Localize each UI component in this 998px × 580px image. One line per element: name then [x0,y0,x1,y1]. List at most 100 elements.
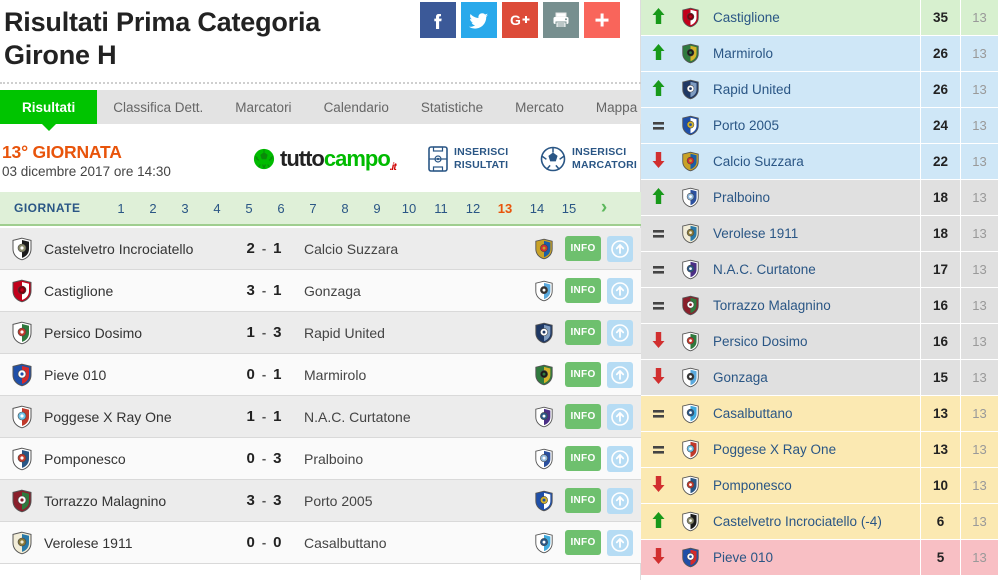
match-detail-button[interactable] [607,487,633,514]
standings-team-name[interactable]: Casalbuttano [705,406,920,421]
match-info-button[interactable]: INFO [565,236,601,261]
giornata-5[interactable]: 5 [233,201,265,216]
trend-indicator [641,406,675,422]
standings-team-name[interactable]: Gonzaga [705,370,920,385]
match-row[interactable]: Verolese 1911 0-0 Casalbuttano INFO [0,522,641,564]
giornata-12[interactable]: 12 [457,201,489,216]
standings-team-name[interactable]: Castelvetro Incrociatello (-4) [705,514,920,529]
googleplus-share-button[interactable]: G [502,2,538,38]
standings-row[interactable]: Pieve 010 5 13 [641,539,998,576]
team-crest-icon [681,439,699,460]
standings-team-name[interactable]: Verolese 1911 [705,226,920,241]
results-panel: Risultati Prima Categoria Girone H G Ris… [0,0,641,580]
match-info-button[interactable]: INFO [565,278,601,303]
standings-team-name[interactable]: Pieve 010 [705,550,920,565]
standings-team-name[interactable]: Rapid United [705,82,920,97]
standings-row[interactable]: N.A.C. Curtatone 17 13 [641,251,998,288]
giornata-11[interactable]: 11 [425,201,457,216]
giornata-7[interactable]: 7 [297,201,329,216]
match-info-button[interactable]: INFO [565,530,601,555]
tab-classifica-dett[interactable]: Classifica Dett. [97,90,219,124]
giornata-6[interactable]: 6 [265,201,297,216]
giornata-15[interactable]: 15 [553,201,585,216]
standings-team-name[interactable]: Pomponesco [705,478,920,493]
standings-team-name[interactable]: Castiglione [705,10,920,25]
standings-row[interactable]: Gonzaga 15 13 [641,359,998,396]
giornata-8[interactable]: 8 [329,201,361,216]
match-detail-button[interactable] [607,361,633,388]
team-crest-icon [535,406,553,427]
match-row[interactable]: Pieve 010 0-1 Marmirolo INFO [0,354,641,396]
insert-results-link[interactable]: INSERISCI RISULTATI [428,146,508,172]
tab-mercato[interactable]: Mercato [499,90,580,124]
standings-row[interactable]: Castiglione 35 13 [641,0,998,36]
team-crest-icon [535,532,553,553]
tab-mappa[interactable]: Mappa [580,90,653,124]
standings-row[interactable]: Castelvetro Incrociatello (-4) 6 13 [641,503,998,540]
away-score: 3 [273,492,282,509]
insert-scorers-link[interactable]: INSERISCI MARCATORI [540,146,637,172]
standings-row[interactable]: Marmirolo 26 13 [641,35,998,72]
twitter-share-button[interactable] [461,2,497,38]
match-detail-button[interactable] [607,277,633,304]
giornata-13[interactable]: 13 [489,201,521,216]
giornata-14[interactable]: 14 [521,201,553,216]
giornata-1[interactable]: 1 [105,201,137,216]
match-detail-button[interactable] [607,529,633,556]
tab-risultati[interactable]: Risultati [0,90,98,124]
standings-team-name[interactable]: Poggese X Ray One [705,442,920,457]
match-row[interactable]: Persico Dosimo 1-3 Rapid United INFO [0,312,641,354]
team-crest-icon [681,115,699,136]
standings-row[interactable]: Poggese X Ray One 13 13 [641,431,998,468]
standings-row[interactable]: Torrazzo Malagnino 16 13 [641,287,998,324]
match-row[interactable]: Torrazzo Malagnino 3-3 Porto 2005 INFO [0,480,641,522]
match-row[interactable]: Castelvetro Incrociatello 2-1 Calcio Suzza… [0,228,641,270]
match-info-button[interactable]: INFO [565,320,601,345]
standings-row[interactable]: Persico Dosimo 16 13 [641,323,998,360]
tab-marcatori[interactable]: Marcatori [219,90,307,124]
next-matchday-button[interactable]: › [591,197,617,219]
away-team-name: Porto 2005 [304,492,373,509]
match-info-button[interactable]: INFO [565,446,601,471]
standings-row[interactable]: Pralboino 18 13 [641,179,998,216]
standings-team-name[interactable]: Calcio Suzzara [705,154,920,169]
standings-team-name[interactable]: Porto 2005 [705,118,920,133]
trend-up-icon [652,79,664,96]
standings-row[interactable]: Verolese 1911 18 13 [641,215,998,252]
standings-row[interactable]: Pomponesco 10 13 [641,467,998,504]
home-team-logo [0,321,44,345]
print-button[interactable] [543,2,579,38]
standings-team-name[interactable]: Marmirolo [705,46,920,61]
tab-statistiche[interactable]: Statistiche [405,90,499,124]
match-info-button[interactable]: INFO [565,404,601,429]
tab-calendario[interactable]: Calendario [308,90,405,124]
away-team-logo [523,238,565,260]
giornata-2[interactable]: 2 [137,201,169,216]
match-detail-button[interactable] [607,235,633,262]
standings-team-name[interactable]: Persico Dosimo [705,334,920,349]
standings-row[interactable]: Casalbuttano 13 13 [641,395,998,432]
match-row[interactable]: Pomponesco 0-3 Pralboino INFO [0,438,641,480]
giornata-10[interactable]: 10 [393,201,425,216]
match-info-button[interactable]: INFO [565,488,601,513]
more-share-button[interactable] [584,2,620,38]
standings-row[interactable]: Calcio Suzzara 22 13 [641,143,998,180]
giornata-3[interactable]: 3 [169,201,201,216]
standings-team-name[interactable]: N.A.C. Curtatone [705,262,920,277]
arrow-up-circle-icon [611,533,629,552]
score-dash: - [261,493,267,508]
trend-indicator [641,187,675,208]
match-row[interactable]: Castiglione 3-1 Gonzaga INFO [0,270,641,312]
standings-team-name[interactable]: Torrazzo Malagnino [705,298,920,313]
standings-row[interactable]: Rapid United 26 13 [641,71,998,108]
standings-team-name[interactable]: Pralboino [705,190,920,205]
match-detail-button[interactable] [607,403,633,430]
match-row[interactable]: Poggese X Ray One 1-1 N.A.C. Curtatone INFO [0,396,641,438]
match-detail-button[interactable] [607,319,633,346]
match-detail-button[interactable] [607,445,633,472]
giornata-9[interactable]: 9 [361,201,393,216]
standings-row[interactable]: Porto 2005 24 13 [641,107,998,144]
giornata-4[interactable]: 4 [201,201,233,216]
facebook-share-button[interactable] [420,2,456,38]
match-info-button[interactable]: INFO [565,362,601,387]
